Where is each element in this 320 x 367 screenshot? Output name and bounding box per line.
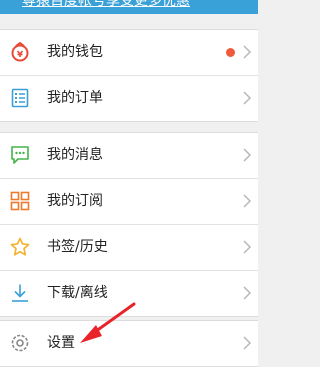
menu-item-wallet-label: 我的钱包 xyxy=(47,44,103,60)
star-icon xyxy=(10,237,30,256)
menu-item-wallet[interactable]: 我的钱包 xyxy=(0,30,258,76)
menu-item-messages-label: 我的消息 xyxy=(47,147,103,163)
menu-item-subscriptions[interactable]: 我的订阅 xyxy=(0,179,258,225)
orders-icon xyxy=(11,88,29,108)
wallet-icon xyxy=(11,42,29,62)
chevron-right-icon xyxy=(243,91,252,105)
chevron-right-icon xyxy=(243,45,252,59)
menu-item-bookmarks-label: 书签/历史 xyxy=(47,239,108,255)
menu-group-account: 我的钱包 我的订单 xyxy=(0,29,258,122)
grid-icon xyxy=(10,191,30,211)
chevron-right-icon xyxy=(243,286,252,300)
chevron-right-icon xyxy=(243,148,252,162)
top-banner[interactable]: 尊猿百度帐号享受更多优惠 xyxy=(0,0,258,14)
menu-item-orders-label: 我的订单 xyxy=(47,90,103,106)
menu-item-subscriptions-label: 我的订阅 xyxy=(47,193,103,209)
menu-item-orders[interactable]: 我的订单 xyxy=(0,76,258,121)
chevron-right-icon xyxy=(243,336,252,350)
gear-icon xyxy=(11,334,29,352)
menu-item-messages[interactable]: 我的消息 xyxy=(0,133,258,179)
message-icon xyxy=(11,146,29,164)
menu-group-content: 我的消息 我的订阅 书签/历史 下载/离线 xyxy=(0,132,258,317)
annotation-arrow-icon xyxy=(80,302,136,343)
chevron-right-icon xyxy=(243,194,252,208)
notification-dot xyxy=(226,48,235,57)
top-banner-text: 尊猿百度帐号享受更多优惠 xyxy=(22,0,190,9)
download-icon xyxy=(12,284,28,302)
chevron-right-icon xyxy=(243,240,252,254)
menu-item-bookmarks[interactable]: 书签/历史 xyxy=(0,225,258,271)
